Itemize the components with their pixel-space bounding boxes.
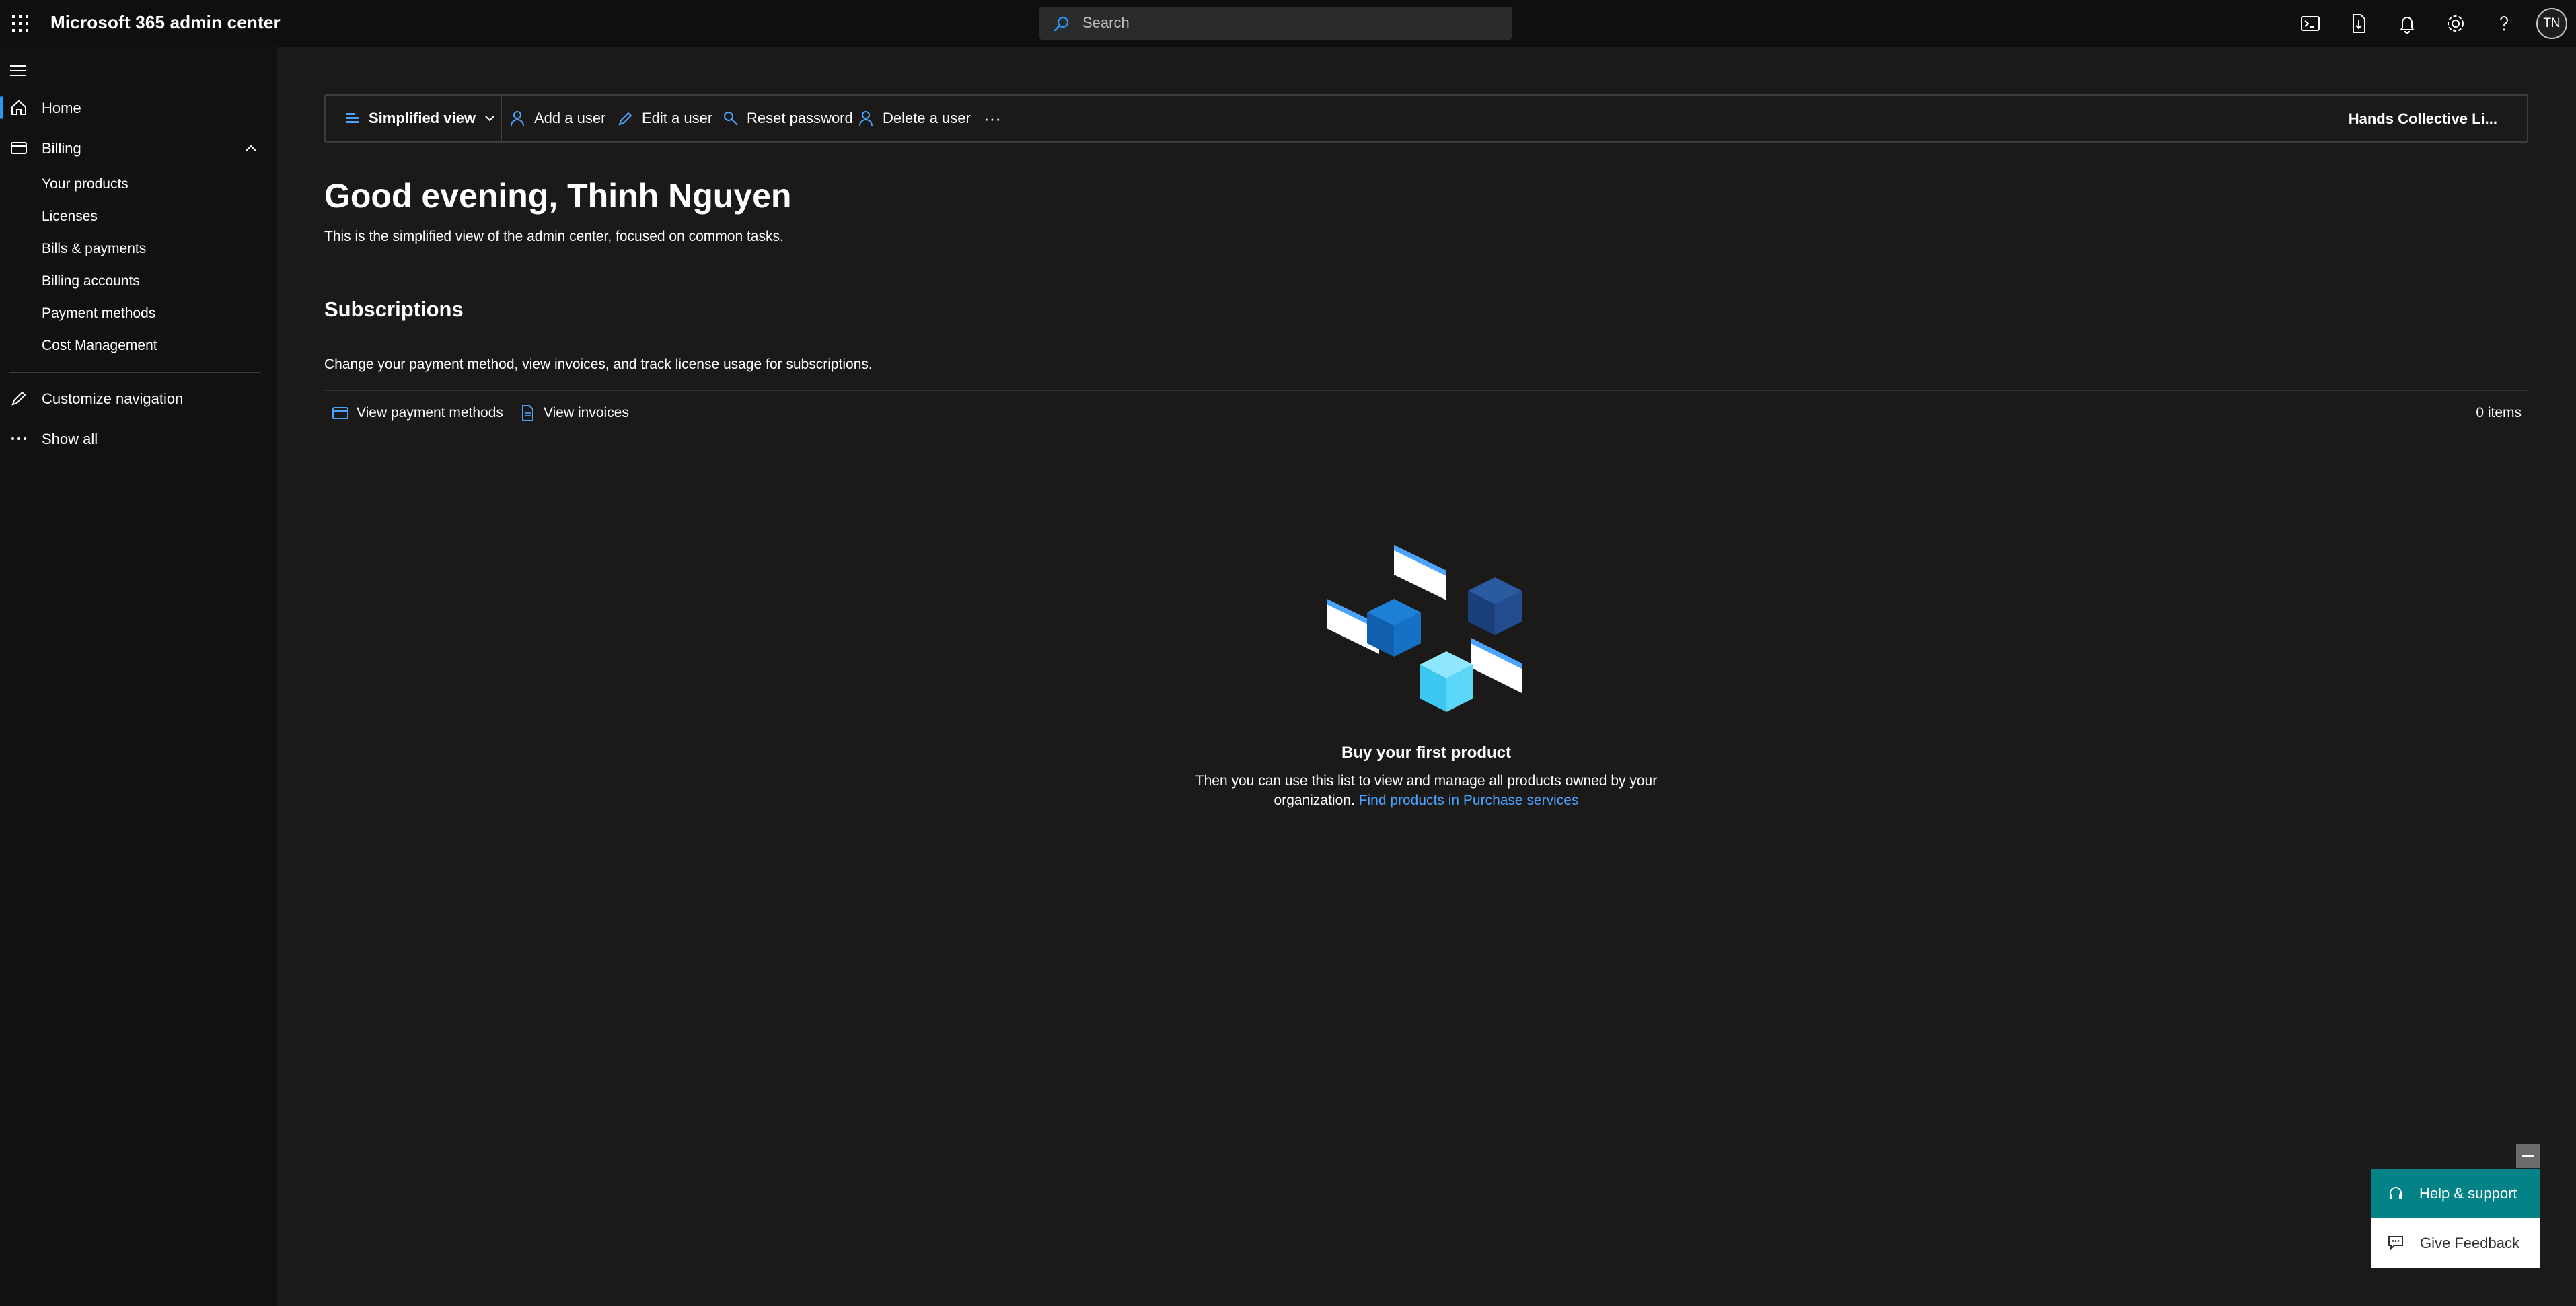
edit-user-button[interactable]: Edit a user (616, 96, 712, 141)
nav-sub-billing-accounts[interactable]: Billing accounts (42, 269, 140, 293)
avatar[interactable]: TN (2536, 8, 2567, 39)
terminal-icon[interactable] (2299, 12, 2322, 35)
chevron-up-icon[interactable] (242, 140, 260, 157)
search-box[interactable] (1039, 7, 1512, 40)
nav-label-billing: Billing (42, 140, 81, 157)
nav-sub-your-products[interactable]: Your products (42, 172, 128, 196)
key-icon (721, 109, 740, 128)
billing-icon (9, 138, 29, 158)
view-label: Simplified view (369, 110, 476, 126)
help-support-label: Help & support (2419, 1185, 2517, 1202)
remove-person-icon (857, 109, 876, 128)
headset-icon (2386, 1184, 2405, 1203)
page-subtitle: This is the simplified view of the admin… (324, 229, 784, 244)
pencil-icon (616, 109, 635, 128)
left-navigation: Home Billing Your products Licenses Bill… (0, 47, 277, 1306)
download-app-icon[interactable] (2347, 12, 2370, 35)
nav-item-home[interactable]: Home (0, 91, 277, 124)
empty-state-title: Buy your first product (1341, 743, 1511, 762)
delete-user-button[interactable]: Delete a user (857, 96, 971, 141)
subscriptions-description: Change your payment method, view invoice… (324, 357, 873, 372)
page-title: Good evening, Thinh Nguyen (324, 177, 792, 215)
nav-item-customize-navigation[interactable]: Customize navigation (0, 382, 277, 415)
view-payment-methods-button[interactable]: View payment methods (331, 400, 503, 427)
give-feedback-button[interactable]: Give Feedback (2371, 1218, 2540, 1268)
empty-state-illustration-icon (1325, 545, 1527, 720)
gear-icon[interactable] (2444, 12, 2467, 35)
search-icon (1053, 15, 1070, 32)
delete-user-label: Delete a user (883, 110, 971, 126)
reset-password-label: Reset password (747, 110, 853, 126)
nav-label-customize: Customize navigation (42, 390, 184, 407)
nav-item-show-all[interactable]: Show all (0, 422, 277, 456)
view-payment-methods-label: View payment methods (357, 405, 503, 421)
command-separator (501, 96, 502, 141)
nav-label-home: Home (42, 100, 81, 116)
organization-name[interactable]: Hands Collective Li... (2349, 110, 2497, 128)
nav-sub-cost-management[interactable]: Cost Management (42, 334, 157, 358)
nav-sub-payment-methods[interactable]: Payment methods (42, 301, 155, 326)
give-feedback-label: Give Feedback (2420, 1235, 2519, 1251)
app-launcher-icon[interactable] (8, 11, 32, 36)
collapse-nav-icon[interactable] (8, 62, 28, 79)
nav-label-show-all: Show all (42, 431, 98, 447)
simplified-view-dropdown[interactable]: Simplified view (343, 96, 497, 141)
active-indicator (0, 96, 3, 119)
more-icon (9, 429, 29, 449)
more-actions-button[interactable]: ··· (984, 96, 1001, 141)
home-icon (9, 98, 29, 118)
find-products-link[interactable]: Find products in Purchase services (1359, 793, 1579, 808)
view-invoices-label: View invoices (544, 405, 629, 421)
minimize-help-button[interactable] (2516, 1144, 2540, 1168)
minimize-icon (2522, 1155, 2534, 1157)
help-support-button[interactable]: Help & support (2371, 1169, 2540, 1218)
payment-card-icon (331, 404, 350, 423)
nav-item-billing[interactable]: Billing (0, 131, 277, 165)
app-title[interactable]: Microsoft 365 admin center (50, 12, 281, 33)
items-count: 0 items (2476, 405, 2522, 421)
view-invoices-button[interactable]: View invoices (518, 400, 629, 427)
pencil-icon (9, 388, 29, 408)
command-bar: Simplified view Add a user Edit a user R… (324, 94, 2528, 143)
search-input[interactable] (1082, 12, 1500, 34)
nav-divider (9, 372, 261, 373)
chevron-down-icon (482, 111, 497, 126)
chat-bubble-icon (2386, 1233, 2405, 1251)
view-icon (343, 109, 362, 128)
subscriptions-title: Subscriptions (324, 297, 464, 321)
add-user-label: Add a user (534, 110, 606, 126)
empty-state-description: Then you can use this list to view and m… (1184, 771, 1668, 810)
add-person-icon (509, 109, 527, 128)
edit-user-label: Edit a user (642, 110, 713, 126)
bell-icon[interactable] (2396, 12, 2419, 35)
nav-sub-licenses[interactable]: Licenses (42, 205, 98, 229)
nav-sub-bills-payments[interactable]: Bills & payments (42, 237, 146, 261)
document-icon (518, 404, 537, 423)
reset-password-button[interactable]: Reset password (721, 96, 853, 141)
top-bar: Microsoft 365 admin center TN (0, 0, 2576, 47)
add-user-button[interactable]: Add a user (509, 96, 605, 141)
section-divider (324, 390, 2528, 391)
help-icon[interactable] (2493, 12, 2515, 35)
